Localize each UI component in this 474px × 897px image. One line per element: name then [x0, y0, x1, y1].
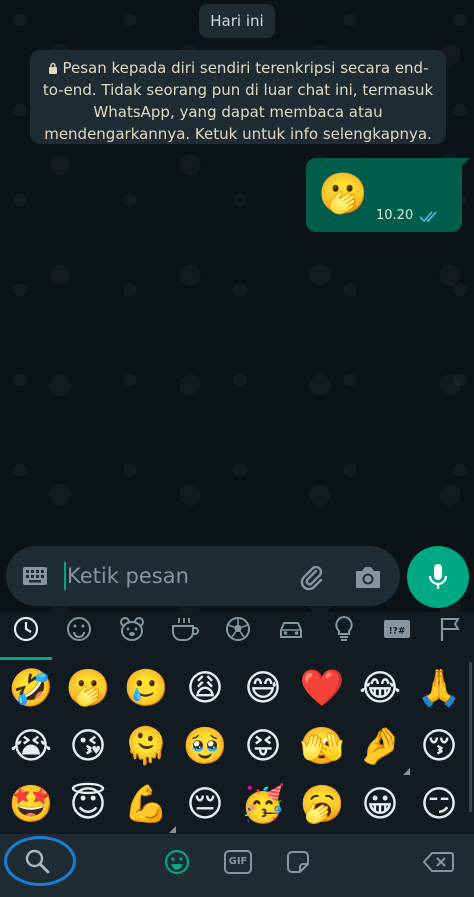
emoji-cell[interactable]: 🥹 — [178, 720, 232, 774]
gif-tab-icon[interactable]: GIF — [224, 850, 252, 874]
message-time: 10.20 — [376, 208, 414, 223]
recent-category-icon[interactable] — [11, 614, 41, 644]
emoji-cell[interactable]: 🫠 — [119, 720, 173, 774]
mic-icon — [428, 564, 448, 589]
emoji-scrollbar[interactable] — [469, 662, 472, 812]
flags-category-icon[interactable] — [435, 614, 465, 644]
attach-icon[interactable] — [296, 562, 326, 592]
emoji-cell[interactable]: 😇 — [61, 778, 115, 832]
text-caret — [64, 562, 66, 590]
emoji-cell[interactable]: 🤩 — [4, 778, 58, 832]
objects-category-icon[interactable] — [329, 614, 359, 644]
emoji-cell[interactable]: 🤌 — [353, 720, 407, 774]
skin-tone-variant-indicator — [169, 826, 176, 833]
emoji-cell[interactable]: 😏 — [412, 778, 466, 832]
emoji-cell[interactable]: 😂 — [353, 662, 407, 716]
emoji-cell[interactable]: 💪 — [119, 778, 173, 832]
encryption-notice-text: Pesan kepada diri sendiri terenkripsi se… — [42, 59, 434, 143]
emoji-cell[interactable]: 🙏 — [412, 662, 466, 716]
read-receipt-icon — [419, 211, 437, 223]
emoji-cell[interactable]: 🫢 — [61, 662, 115, 716]
svg-text:!?#: !?# — [389, 627, 406, 637]
emoji-cell[interactable]: 😔 — [178, 778, 232, 832]
emoji-cell[interactable]: 🫣 — [295, 720, 349, 774]
emoji-cell[interactable]: 😭 — [4, 720, 58, 774]
lock-icon — [48, 62, 57, 74]
sticker-tab-icon[interactable] — [284, 848, 312, 876]
symbols-category-icon[interactable]: !?# — [382, 614, 412, 644]
date-chip: Hari ini — [199, 4, 275, 38]
emoji-cell[interactable]: 😩 — [178, 662, 232, 716]
emoji-cell[interactable]: ❤️ — [295, 662, 349, 716]
emoji-cell[interactable]: 😚 — [412, 720, 466, 774]
emoji-cell[interactable]: 🤣 — [4, 662, 58, 716]
smileys-category-icon[interactable] — [64, 614, 94, 644]
mic-button[interactable] — [407, 546, 469, 608]
emoji-cell[interactable]: 😀 — [353, 778, 407, 832]
emoji-cell[interactable]: 😝 — [236, 720, 290, 774]
emoji-tab-icon[interactable] — [163, 848, 191, 876]
food-category-icon[interactable] — [170, 614, 200, 644]
animals-category-icon[interactable] — [117, 614, 147, 644]
activities-category-icon[interactable] — [223, 614, 253, 644]
emoji-cell[interactable]: 🥳 — [236, 778, 290, 832]
emoji-cell[interactable]: 😅 — [236, 662, 290, 716]
skin-tone-variant-indicator — [403, 768, 410, 775]
camera-icon[interactable] — [353, 563, 383, 591]
travel-category-icon[interactable] — [276, 614, 306, 644]
keyboard-icon[interactable] — [22, 566, 48, 586]
encryption-notice[interactable]: Pesan kepada diri sendiri terenkripsi se… — [30, 50, 446, 144]
emoji-cell[interactable]: 🥲 — [119, 662, 173, 716]
search-icon[interactable] — [24, 848, 50, 874]
emoji-cell[interactable]: 🥱 — [295, 778, 349, 832]
message-emoji: 🫢 — [318, 171, 368, 217]
backspace-icon[interactable] — [422, 850, 454, 874]
message-input[interactable]: Ketik pesan — [67, 560, 189, 592]
selected-category-indicator — [0, 657, 52, 660]
emoji-cell[interactable]: 😘 — [61, 720, 115, 774]
